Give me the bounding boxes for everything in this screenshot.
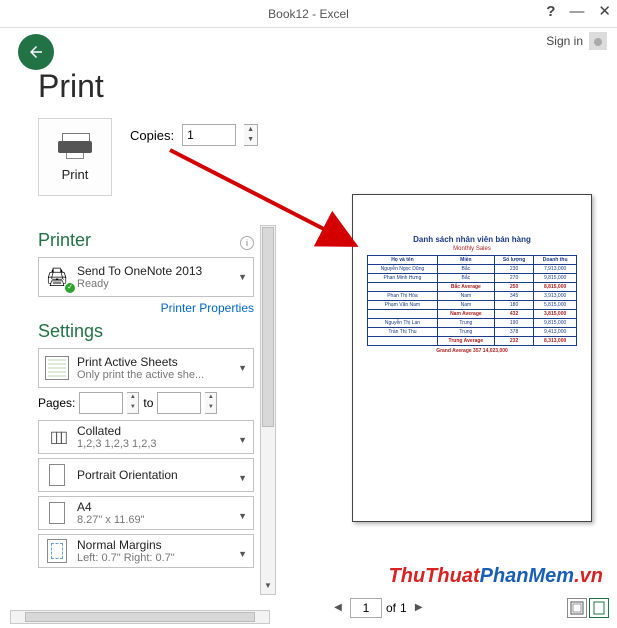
orientation-label: Portrait Orientation bbox=[77, 468, 178, 482]
collate-sub: 1,2,3 1,2,3 1,2,3 bbox=[77, 438, 157, 450]
page-next-button[interactable]: ▶ bbox=[411, 600, 427, 616]
title-bar: Book12 - Excel ? — ✕ bbox=[0, 0, 617, 28]
copies-input[interactable] bbox=[182, 124, 236, 146]
settings-header: Settings bbox=[38, 321, 254, 342]
left-column: Print Printer i 🖨✓ Send To OneNote 2013 … bbox=[38, 118, 254, 572]
print-preview: Danh sách nhân viên bán hàng Monthly Sal… bbox=[352, 194, 592, 522]
orientation-icon bbox=[43, 461, 71, 489]
copies-label: Copies: bbox=[130, 128, 174, 143]
horizontal-scrollbar[interactable] bbox=[10, 610, 270, 624]
printer-properties-link[interactable]: Printer Properties bbox=[38, 301, 254, 315]
pages-from-stepper[interactable]: ▲▼ bbox=[127, 392, 139, 414]
paper-selector[interactable]: A4 8.27" x 11.69" ▼ bbox=[38, 496, 254, 530]
signin-link[interactable]: Sign in bbox=[546, 34, 583, 48]
paper-icon bbox=[43, 499, 71, 527]
close-icon[interactable]: ✕ bbox=[598, 2, 611, 20]
chevron-down-icon: ▼ bbox=[238, 435, 247, 445]
printer-name: Send To OneNote 2013 bbox=[77, 264, 202, 278]
preview-footer: Grand Average 357 14,023,000 bbox=[367, 348, 577, 354]
page-total: 1 bbox=[400, 601, 407, 615]
margins-selector[interactable]: Normal Margins Left: 0.7" Right: 0.7" ▼ bbox=[38, 534, 254, 568]
preview-subtitle: Monthly Sales bbox=[367, 246, 577, 252]
pages-label: Pages: bbox=[38, 396, 75, 410]
settings-scrollbar[interactable]: ▲▼ bbox=[260, 225, 276, 595]
avatar-icon[interactable] bbox=[589, 32, 607, 50]
signin-row: Sign in bbox=[0, 28, 617, 54]
print-what-label: Print Active Sheets bbox=[77, 355, 204, 369]
watermark: ThuThuatPhanMem.vn bbox=[389, 565, 603, 588]
zoom-to-page-button[interactable] bbox=[589, 598, 609, 618]
print-button-label: Print bbox=[62, 167, 89, 182]
printer-icon bbox=[58, 133, 92, 159]
window-title: Book12 - Excel bbox=[268, 7, 349, 21]
pages-row: Pages: ▲▼ to ▲▼ bbox=[38, 392, 254, 414]
margins-icon bbox=[43, 537, 71, 565]
pages-to-label: to bbox=[143, 396, 153, 410]
pages-to-input[interactable] bbox=[157, 392, 201, 414]
chevron-down-icon: ▼ bbox=[238, 473, 247, 483]
printer-device-icon: 🖨✓ bbox=[43, 263, 71, 291]
copies-row: Copies: ▲▼ bbox=[130, 124, 258, 146]
collate-icon: ▯▯▯ bbox=[43, 423, 71, 451]
window-controls: ? — ✕ bbox=[546, 2, 611, 20]
chevron-down-icon: ▼ bbox=[238, 363, 247, 373]
pages-from-input[interactable] bbox=[79, 392, 123, 414]
help-icon[interactable]: ? bbox=[546, 3, 555, 20]
page-of-label: of bbox=[386, 601, 396, 615]
paper-label: A4 bbox=[77, 500, 145, 514]
chevron-down-icon: ▼ bbox=[238, 511, 247, 521]
print-what-selector[interactable]: Print Active Sheets Only print the activ… bbox=[38, 348, 254, 388]
paper-sub: 8.27" x 11.69" bbox=[77, 514, 145, 526]
zoom-buttons bbox=[567, 598, 609, 618]
arrow-left-icon bbox=[27, 43, 45, 61]
chevron-down-icon: ▼ bbox=[238, 272, 247, 282]
orientation-selector[interactable]: Portrait Orientation ▼ bbox=[38, 458, 254, 492]
preview-table: Họ và tênMiềnSố lượngDoanh thu Nguyễn Ng… bbox=[367, 255, 577, 346]
chevron-down-icon: ▼ bbox=[238, 549, 247, 559]
pages-to-stepper[interactable]: ▲▼ bbox=[205, 392, 217, 414]
copies-stepper[interactable]: ▲▼ bbox=[244, 124, 258, 146]
back-button[interactable] bbox=[18, 34, 54, 70]
printer-header: Printer i bbox=[38, 230, 254, 251]
info-icon[interactable]: i bbox=[240, 236, 254, 250]
margins-label: Normal Margins bbox=[77, 538, 175, 552]
collate-label: Collated bbox=[77, 424, 157, 438]
printer-header-label: Printer bbox=[38, 230, 91, 251]
sheets-icon bbox=[43, 354, 71, 382]
print-button[interactable]: Print bbox=[38, 118, 112, 196]
page-navigation: ◀ of 1 ▶ bbox=[330, 598, 427, 618]
page-prev-button[interactable]: ◀ bbox=[330, 600, 346, 616]
collate-selector[interactable]: ▯▯▯ Collated 1,2,3 1,2,3 1,2,3 ▼ bbox=[38, 420, 254, 454]
page-title: Print bbox=[38, 68, 104, 105]
preview-title: Danh sách nhân viên bán hàng bbox=[367, 235, 577, 244]
print-what-sub: Only print the active she... bbox=[77, 369, 204, 381]
printer-selector[interactable]: 🖨✓ Send To OneNote 2013 Ready ▼ bbox=[38, 257, 254, 297]
printer-status: Ready bbox=[77, 278, 202, 290]
margins-sub: Left: 0.7" Right: 0.7" bbox=[77, 552, 175, 564]
minimize-icon[interactable]: — bbox=[569, 3, 584, 20]
show-margins-button[interactable] bbox=[567, 598, 587, 618]
page-current-input[interactable] bbox=[350, 598, 382, 618]
